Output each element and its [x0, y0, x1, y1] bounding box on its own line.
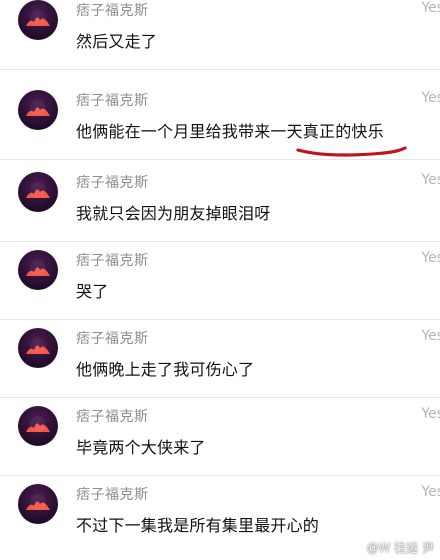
avatar[interactable] [18, 172, 58, 212]
avatar[interactable] [18, 484, 58, 524]
timestamp: Yes [421, 0, 440, 16]
avatar[interactable] [18, 0, 58, 40]
list-item[interactable]: 痞子福克斯 Yes 我就只会因为朋友掉眼泪呀 [0, 164, 440, 242]
timestamp: Yes [421, 406, 440, 422]
message-text: 我就只会因为朋友掉眼泪呀 [76, 204, 271, 223]
avatar[interactable] [18, 406, 58, 446]
message-text: 毕竟两个大侠来了 [76, 438, 206, 457]
message-text: 不过下一集我是所有集里最开心的 [76, 516, 320, 535]
list-item[interactable]: 痞子福克斯 Yes 他俩晚上走了我可伤心了 [0, 320, 440, 398]
timestamp: Yes [421, 484, 440, 500]
avatar[interactable] [18, 250, 58, 290]
list-item[interactable]: 痞子福克斯 Yes 哭了 [0, 242, 440, 320]
username[interactable]: 痞子福克斯 [76, 90, 149, 110]
username[interactable]: 痞子福克斯 [76, 250, 149, 270]
watermark: @W 往运 尹 [366, 541, 435, 555]
list-item[interactable]: 痞子福克斯 Yes 然后又走了 [0, 0, 440, 70]
timestamp: Yes [421, 250, 440, 266]
timestamp: Yes [421, 90, 440, 106]
message-feed: 痞子福克斯 Yes 然后又走了 痞子福克斯 Yes 他俩能在一个月里给我带来一天… [0, 0, 440, 560]
list-item[interactable]: 痞子福克斯 Yes 他俩能在一个月里给我带来一天真正的快乐 [0, 82, 440, 160]
message-text: 他俩晚上走了我可伤心了 [76, 360, 255, 379]
username[interactable]: 痞子福克斯 [76, 0, 149, 20]
message-text: 哭了 [76, 282, 109, 301]
avatar[interactable] [18, 328, 58, 368]
username[interactable]: 痞子福克斯 [76, 328, 149, 348]
list-item[interactable]: 痞子福克斯 Yes 毕竟两个大侠来了 [0, 398, 440, 476]
message-text: 然后又走了 [76, 32, 158, 51]
username[interactable]: 痞子福克斯 [76, 484, 149, 504]
timestamp: Yes [421, 328, 440, 344]
timestamp: Yes [421, 172, 440, 188]
username[interactable]: 痞子福克斯 [76, 406, 149, 426]
username[interactable]: 痞子福克斯 [76, 172, 149, 192]
message-text: 他俩能在一个月里给我带来一天真正的快乐 [76, 122, 384, 141]
avatar[interactable] [18, 90, 58, 130]
